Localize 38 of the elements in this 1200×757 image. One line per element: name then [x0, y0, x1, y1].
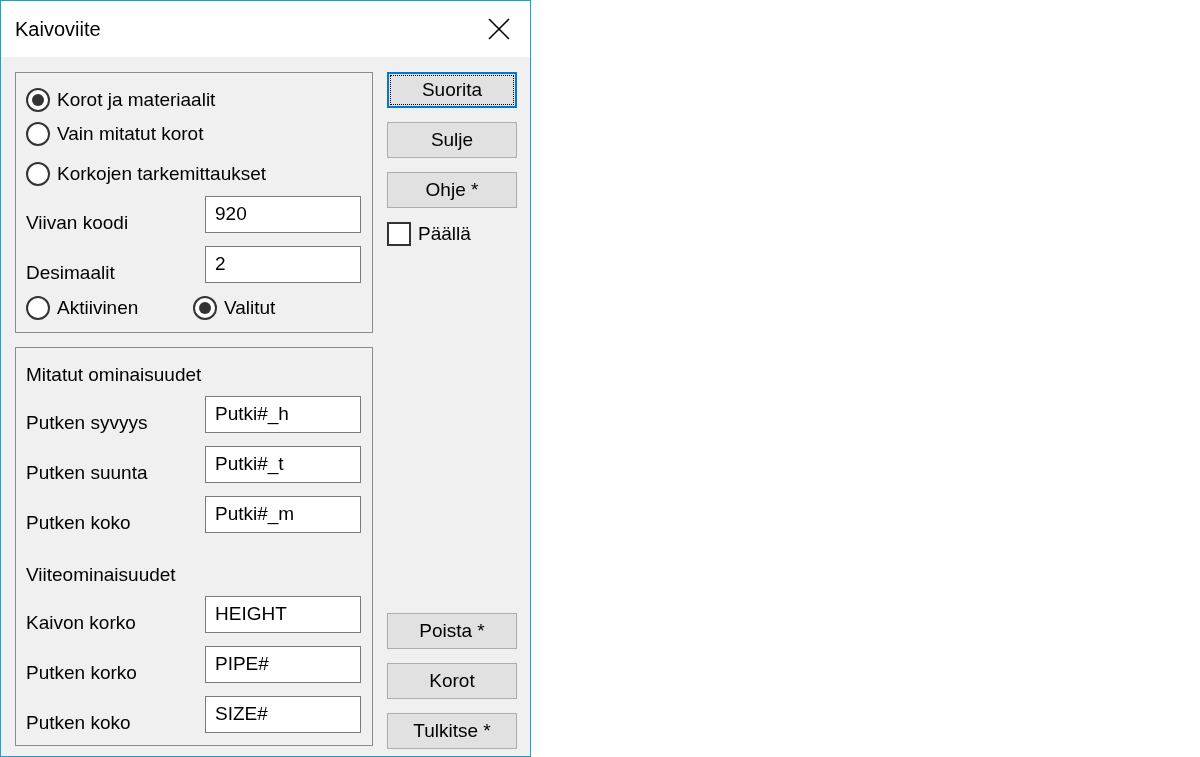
dialog-button[interactable]: Suorita	[387, 72, 517, 108]
input-field[interactable]: SIZE#	[205, 696, 361, 733]
window-title: Kaivoviite	[15, 17, 101, 42]
radio-button[interactable]	[26, 122, 50, 146]
field-label: Desimaalit	[26, 260, 115, 285]
dialog-button[interactable]: Ohje *	[387, 172, 517, 208]
section-heading: Viiteominaisuudet	[26, 562, 176, 587]
field-label: Putken koko	[26, 510, 131, 535]
field-label: Viivan koodi	[26, 210, 129, 235]
radio-button[interactable]	[193, 296, 217, 320]
field-label: Putken korko	[26, 660, 137, 685]
radio-label: Korot ja materiaalit	[57, 87, 216, 112]
input-field[interactable]: PIPE#	[205, 646, 361, 683]
input-field[interactable]: HEIGHT	[205, 596, 361, 633]
checkbox[interactable]	[387, 222, 411, 246]
radio-button[interactable]	[26, 296, 50, 320]
field-label: Putken suunta	[26, 460, 148, 485]
radio-label: Valitut	[224, 295, 276, 320]
dialog-button[interactable]: Poista *	[387, 613, 517, 649]
radio-label: Vain mitatut korot	[57, 121, 204, 146]
field-label: Kaivon korko	[26, 610, 136, 635]
field-label: Putken syvyys	[26, 410, 148, 435]
section-heading: Mitatut ominaisuudet	[26, 362, 202, 387]
input-field[interactable]: Putki#_t	[205, 446, 361, 483]
input-field[interactable]: 2	[205, 246, 361, 283]
field-label: Putken koko	[26, 710, 131, 735]
radio-label: Korkojen tarkemittaukset	[57, 161, 267, 186]
dialog-button[interactable]: Sulje	[387, 122, 517, 158]
input-field[interactable]: Putki#_h	[205, 396, 361, 433]
radio-button[interactable]	[26, 88, 50, 112]
input-field[interactable]: Putki#_m	[205, 496, 361, 533]
checkbox-label: Päällä	[418, 221, 471, 246]
radio-button[interactable]	[26, 162, 50, 186]
dialog-button[interactable]: Tulkitse *	[387, 713, 517, 749]
input-field[interactable]: 920	[205, 196, 361, 233]
radio-label: Aktiivinen	[57, 295, 139, 320]
dialog-button[interactable]: Korot	[387, 663, 517, 699]
close-icon[interactable]	[488, 18, 510, 40]
